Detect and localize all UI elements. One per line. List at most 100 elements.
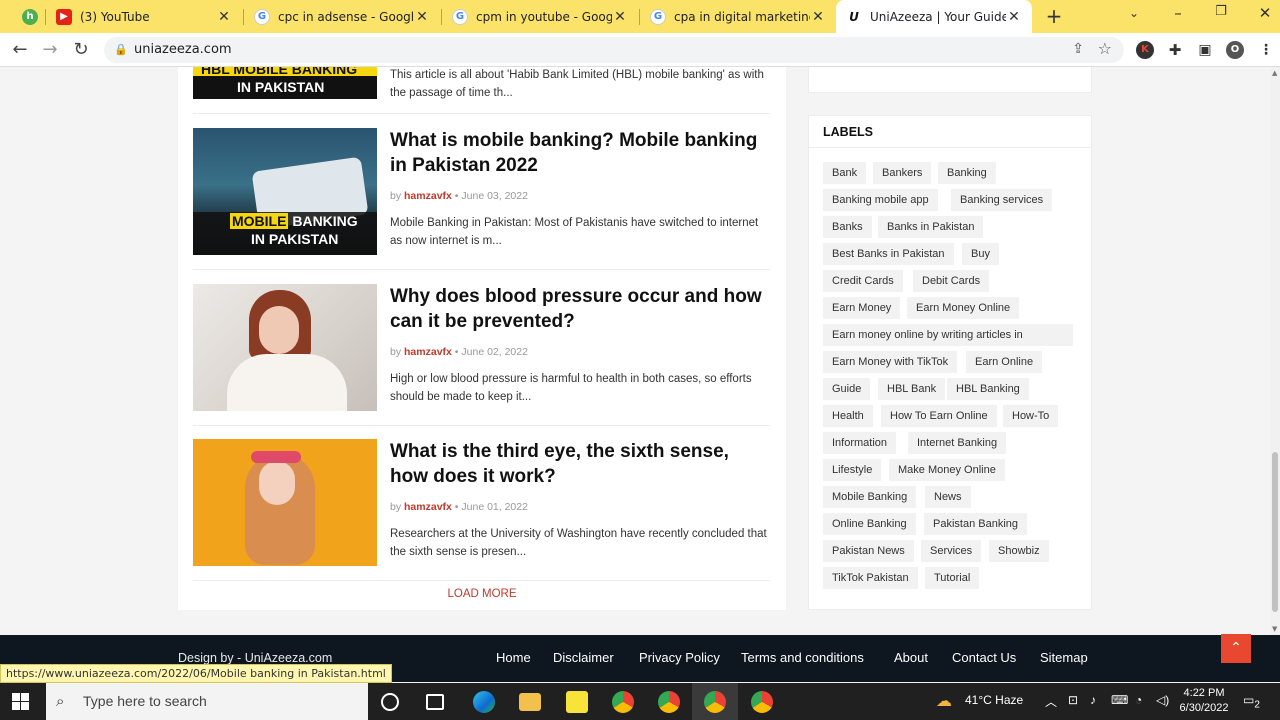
- label-chip[interactable]: Information: [823, 432, 897, 454]
- windows-start-icon[interactable]: [12, 693, 29, 710]
- label-chip[interactable]: Earn Money Online: [907, 297, 1020, 319]
- label-chip[interactable]: Earn Money with TikTok: [823, 351, 958, 373]
- window-close-icon[interactable]: ✕: [1255, 4, 1275, 22]
- post-thumbnail[interactable]: MOBILE BANKING IN PAKISTAN: [193, 128, 377, 255]
- label-chip[interactable]: News: [925, 486, 971, 508]
- profile-avatar[interactable]: O: [1226, 41, 1244, 59]
- label-chip[interactable]: TikTok Pakistan: [823, 567, 918, 589]
- tab-google-search[interactable]: G cpm in youtube - Google Se ✕: [442, 0, 638, 33]
- reload-icon[interactable]: ↻: [70, 39, 92, 61]
- load-more-button[interactable]: LOAD MORE: [178, 588, 786, 600]
- bookmark-star-icon[interactable]: ☆: [1098, 39, 1112, 58]
- label-chip[interactable]: Credit Cards: [823, 270, 903, 292]
- footer-link-sitemap[interactable]: Sitemap: [1040, 650, 1088, 665]
- close-icon[interactable]: ✕: [810, 9, 826, 25]
- file-explorer-icon[interactable]: [519, 693, 541, 711]
- close-icon[interactable]: ✕: [216, 9, 232, 25]
- tray-chevron-icon[interactable]: ︿: [1045, 693, 1057, 710]
- label-chip[interactable]: Banks in Pakistan: [878, 216, 984, 238]
- footer-link-contact[interactable]: Contact Us: [952, 650, 1016, 665]
- chrome-icon[interactable]: [612, 691, 634, 713]
- weather-icon[interactable]: ☁: [936, 691, 952, 711]
- label-chip[interactable]: Guide: [823, 378, 871, 400]
- label-chip[interactable]: Bankers: [873, 162, 932, 184]
- extensions-puzzle-icon[interactable]: ✚: [1166, 41, 1184, 59]
- label-chip[interactable]: Mobile Banking: [823, 486, 917, 508]
- restore-icon[interactable]: ❐: [1211, 4, 1231, 19]
- url-text[interactable]: uniazeeza.com: [134, 42, 232, 57]
- label-chip[interactable]: Pakistan News: [823, 540, 914, 562]
- chrome-profile-icon[interactable]: [658, 691, 680, 713]
- label-chip[interactable]: Banking services: [951, 189, 1053, 211]
- back-icon[interactable]: ←: [9, 39, 31, 61]
- label-chip[interactable]: Earn Online: [966, 351, 1043, 373]
- back-to-top-button[interactable]: ⌃: [1221, 634, 1251, 663]
- taskbar-clock[interactable]: 4:22 PM 6/30/2022: [1178, 686, 1230, 716]
- close-icon[interactable]: ✕: [612, 9, 628, 25]
- footer-credit[interactable]: Design by - UniAzeeza.com: [178, 651, 332, 665]
- post-thumbnail[interactable]: [193, 284, 377, 411]
- label-chip[interactable]: Bank: [823, 162, 867, 184]
- scroll-down-icon[interactable]: ▼: [1272, 625, 1277, 633]
- language-icon[interactable]: ⌨: [1111, 693, 1128, 707]
- label-chip[interactable]: How To Earn Online: [881, 405, 997, 427]
- label-chip[interactable]: Banking: [938, 162, 996, 184]
- tab-youtube[interactable]: ▶ (3) YouTube ✕: [46, 0, 242, 33]
- taskbar-search-box[interactable]: ⌕ Type here to search: [46, 683, 368, 720]
- footer-link-terms[interactable]: Terms and conditions: [741, 650, 864, 665]
- extension-k-icon[interactable]: K: [1136, 41, 1154, 59]
- post-author[interactable]: hamzavfx: [404, 346, 452, 358]
- chrome-active-icon[interactable]: [704, 691, 726, 713]
- label-chip[interactable]: Lifestyle: [823, 459, 882, 481]
- label-chip[interactable]: Tutorial: [925, 567, 980, 589]
- label-chip[interactable]: Banks: [823, 216, 872, 238]
- share-icon[interactable]: ⇪: [1072, 41, 1084, 57]
- tab-google-search[interactable]: G cpa in digital marketing - G ✕: [640, 0, 836, 33]
- label-chip[interactable]: Online Banking: [823, 513, 916, 535]
- label-chip[interactable]: Pakistan Banking: [924, 513, 1027, 535]
- label-chip[interactable]: Best Banks in Pakistan: [823, 243, 954, 265]
- minimize-icon[interactable]: –: [1168, 4, 1188, 22]
- close-icon[interactable]: ✕: [414, 9, 430, 25]
- label-chip[interactable]: HBL Bank: [878, 378, 946, 400]
- tab-uniazeeza[interactable]: U UniAzeeza | Your Guide at H ✕: [836, 0, 1032, 33]
- label-chip[interactable]: Services: [921, 540, 982, 562]
- label-chip[interactable]: Earn Money: [823, 297, 901, 319]
- address-bar[interactable]: 🔒 uniazeeza.com ⇪ ☆: [104, 37, 1124, 63]
- post-thumbnail[interactable]: HBL MOBILE BANKING IN PAKISTAN: [193, 67, 377, 99]
- sticky-notes-icon[interactable]: [566, 691, 588, 713]
- volume-icon[interactable]: ◁): [1156, 693, 1169, 707]
- footer-link-disclaimer[interactable]: Disclaimer: [553, 650, 614, 665]
- lock-icon[interactable]: 🔒: [114, 43, 128, 56]
- post-title[interactable]: What is the third eye, the sixth sense, …: [390, 439, 770, 489]
- scroll-up-icon[interactable]: ▲: [1272, 69, 1277, 77]
- tab-google-search[interactable]: G cpc in adsense - Google Se ✕: [244, 0, 440, 33]
- scrollbar-thumb[interactable]: [1272, 452, 1278, 612]
- new-tab-button[interactable]: +: [1043, 6, 1065, 28]
- label-chip[interactable]: Health: [823, 405, 873, 427]
- chrome-profile-icon[interactable]: [751, 691, 773, 713]
- post-author[interactable]: hamzavfx: [404, 190, 452, 202]
- label-chip[interactable]: How-To: [1003, 405, 1059, 427]
- microphone-icon[interactable]: ♪: [1090, 693, 1096, 707]
- label-chip[interactable]: Internet Banking: [908, 432, 1007, 454]
- weather-text[interactable]: 41°C Haze: [965, 693, 1023, 707]
- more-menu-icon[interactable]: ⋮: [1257, 41, 1275, 59]
- label-chip[interactable]: Banking mobile app: [823, 189, 938, 211]
- footer-link-about[interactable]: About: [894, 650, 928, 665]
- edge-icon[interactable]: [473, 691, 495, 713]
- footer-link-home[interactable]: Home: [496, 650, 531, 665]
- side-panel-icon[interactable]: ▣: [1196, 41, 1214, 59]
- label-chip[interactable]: Make Money Online: [889, 459, 1005, 481]
- label-chip[interactable]: HBL Banking: [947, 378, 1029, 400]
- close-icon[interactable]: ✕: [1006, 9, 1022, 25]
- forward-icon[interactable]: →: [39, 39, 61, 61]
- label-chip[interactable]: Debit Cards: [913, 270, 990, 292]
- tab-search-chevron-icon[interactable]: ⌄: [1124, 6, 1144, 20]
- wifi-icon[interactable]: ◔: [1135, 693, 1142, 707]
- post-title[interactable]: What is mobile banking? Mobile banking i…: [390, 128, 770, 178]
- notification-icon[interactable]: ▭2: [1243, 693, 1260, 710]
- post-author[interactable]: hamzavfx: [404, 501, 452, 513]
- page-scrollbar[interactable]: ▲ ▼: [1270, 67, 1280, 635]
- task-view-icon[interactable]: [426, 694, 444, 710]
